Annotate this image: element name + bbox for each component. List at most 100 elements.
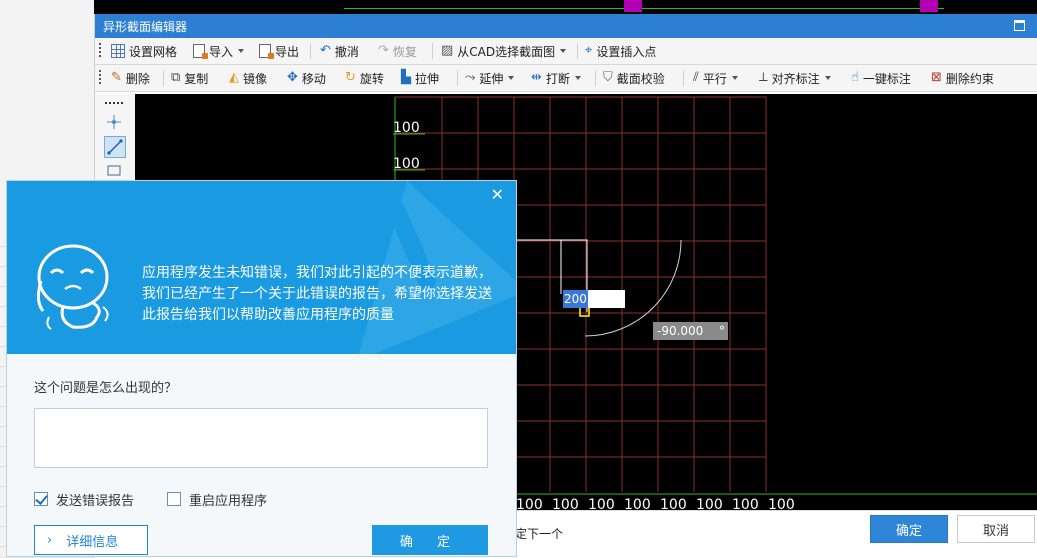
question-label: 这个问题是怎么出现的？ xyxy=(34,381,178,396)
align-dimension-label: 对齐标注 xyxy=(771,71,820,86)
rectangle-tool-icon[interactable] xyxy=(104,160,124,180)
restart-app-label: 重启应用程序 xyxy=(189,494,268,509)
copy-label: 复制 xyxy=(184,71,209,86)
parallel-button[interactable]: ⫽ 平行 xyxy=(693,65,738,91)
editor-title: 异形截面编辑器 xyxy=(103,20,188,34)
details-label: 详细信息 xyxy=(66,534,119,550)
delete-button[interactable]: ✎ 删除 xyxy=(111,65,150,91)
undo-label: 撤消 xyxy=(334,44,359,59)
export-icon xyxy=(259,44,274,59)
chevron-down-icon xyxy=(574,76,581,80)
move-button[interactable]: ✥ 移动 xyxy=(287,65,326,91)
mirror-icon: ◭ xyxy=(229,70,239,85)
mirror-button[interactable]: ◭ 镜像 xyxy=(229,65,267,91)
stretch-icon: ▙ xyxy=(401,70,411,85)
set-insert-point-button[interactable]: ⌖ 设置插入点 xyxy=(585,38,656,64)
extend-button[interactable]: ⤳ 延伸 xyxy=(465,65,515,91)
parallel-label: 平行 xyxy=(702,71,727,86)
chevron-down-icon xyxy=(238,49,245,53)
set-insert-point-label: 设置插入点 xyxy=(596,44,657,59)
mirror-label: 镜像 xyxy=(243,71,268,86)
eraser-icon: ✎ xyxy=(111,70,122,85)
delete-constraint-icon: ⊠ xyxy=(931,70,942,85)
rotate-label: 旋转 xyxy=(359,71,384,86)
set-grid-button[interactable]: 设置网格 xyxy=(111,38,177,64)
import-label: 导入 xyxy=(209,44,234,59)
restart-app-checkbox[interactable] xyxy=(167,492,181,506)
crying-mascot-icon xyxy=(36,244,109,330)
problem-description-input[interactable] xyxy=(34,408,488,468)
chevron-down-icon xyxy=(560,49,567,53)
length-input[interactable]: 200 xyxy=(563,290,625,308)
import-button[interactable]: 导入 xyxy=(193,38,245,64)
editor-ok-button[interactable]: 确定 xyxy=(870,515,948,543)
cad-select-icon: ▨ xyxy=(441,43,454,58)
import-icon xyxy=(193,44,208,59)
details-button[interactable]: › 详细信息 xyxy=(34,525,148,555)
move-label: 移动 xyxy=(301,71,326,86)
align-dimension-button[interactable]: ⟂ 对齐标注 xyxy=(759,65,831,91)
toolbar-grip[interactable] xyxy=(99,70,101,86)
point-tool-icon[interactable] xyxy=(104,112,124,132)
extend-icon: ⤳ xyxy=(465,70,476,85)
undo-icon: ↶ xyxy=(320,43,331,58)
delete-label: 删除 xyxy=(125,71,150,86)
auto-dimension-label: 一键标注 xyxy=(862,71,911,86)
dialog-header: ✕ 应用程序发生未知错误，我们对此引起的不便表示道歉，我们已经产生了一个关于此错… xyxy=(7,181,516,354)
copy-icon: ⧉ xyxy=(171,70,181,85)
angle-input-value: -90.000 xyxy=(657,324,704,338)
undo-button[interactable]: ↶ 撤消 xyxy=(320,38,359,64)
angle-unit-label: ° xyxy=(719,324,725,338)
export-label: 导出 xyxy=(275,44,300,59)
chevron-down-icon xyxy=(824,76,831,80)
chevron-right-icon: › xyxy=(47,532,53,548)
background-canvas-strip xyxy=(94,0,1037,14)
status-text: 定下一个 xyxy=(515,527,564,541)
break-icon: ⇹ xyxy=(531,70,542,85)
chevron-down-icon xyxy=(508,76,515,80)
extend-label: 延伸 xyxy=(479,71,504,86)
send-report-checkbox[interactable] xyxy=(34,492,48,506)
move-icon: ✥ xyxy=(287,70,298,85)
error-report-dialog: ✕ 应用程序发生未知错误，我们对此引起的不便表示道歉，我们已经产生了一个关于此错… xyxy=(6,180,517,557)
line-tool-icon[interactable] xyxy=(104,136,126,158)
close-icon[interactable]: ✕ xyxy=(491,185,504,204)
redo-icon: ↷ xyxy=(378,43,389,58)
editor-titlebar: 异形截面编辑器 xyxy=(95,14,1037,38)
toolbar-edit: ✎ 删除 ⧉ 复制 ◭ 镜像 ✥ 移动 ↻ 旋转 ▙ 拉伸 ⤳ 延伸 ⇹ 打断 … xyxy=(95,65,1037,92)
stretch-button[interactable]: ▙ 拉伸 xyxy=(401,65,439,91)
check-shield-icon: ⛉ xyxy=(603,70,613,85)
toolbar-file: 设置网格 导入 导出 ↶ 撤消 ↷ 恢复 ▨ 从CAD选择截面图 ⌖ 设置插入点 xyxy=(95,38,1037,65)
dimension-label: 100 xyxy=(393,120,420,136)
rotate-icon: ↻ xyxy=(345,70,356,85)
copy-button[interactable]: ⧉ 复制 xyxy=(171,65,208,91)
section-check-button[interactable]: ⛉ 截面校验 xyxy=(603,65,665,91)
set-grid-label: 设置网格 xyxy=(129,44,178,59)
angle-input[interactable]: -90.000 ° xyxy=(653,322,728,340)
break-button[interactable]: ⇹ 打断 xyxy=(531,65,581,91)
redo-button[interactable]: ↷ 恢复 xyxy=(378,38,417,64)
cad-select-label: 从CAD选择截面图 xyxy=(457,44,556,59)
section-check-label: 截面校验 xyxy=(616,71,665,86)
delete-constraint-button[interactable]: ⊠ 删除约束 xyxy=(931,65,994,91)
dimension-label: 100 xyxy=(393,156,420,172)
maximize-icon[interactable] xyxy=(1014,20,1025,31)
dialog-ok-button[interactable]: 确 定 xyxy=(372,525,488,555)
align-dimension-icon: ⟂ xyxy=(759,70,768,85)
grid-icon xyxy=(111,44,125,58)
rotate-button[interactable]: ↻ 旋转 xyxy=(345,65,384,91)
break-label: 打断 xyxy=(545,71,570,86)
auto-dimension-button[interactable]: ☝ 一键标注 xyxy=(851,65,911,91)
redo-label: 恢复 xyxy=(392,44,417,59)
error-message: 应用程序发生未知错误，我们对此引起的不便表示道歉，我们已经产生了一个关于此错误的… xyxy=(142,265,492,323)
auto-dimension-icon: ☝ xyxy=(851,70,859,85)
cad-select-button[interactable]: ▨ 从CAD选择截面图 xyxy=(441,38,567,64)
toolbar-grip[interactable] xyxy=(99,43,101,59)
insert-point-icon: ⌖ xyxy=(585,43,593,58)
send-report-label: 发送错误报告 xyxy=(56,494,135,509)
length-input-value: 200 xyxy=(563,290,588,308)
stretch-label: 拉伸 xyxy=(415,71,440,86)
export-button[interactable]: 导出 xyxy=(259,38,299,64)
editor-cancel-button[interactable]: 取消 xyxy=(957,515,1035,543)
delete-constraint-label: 删除约束 xyxy=(945,71,994,86)
